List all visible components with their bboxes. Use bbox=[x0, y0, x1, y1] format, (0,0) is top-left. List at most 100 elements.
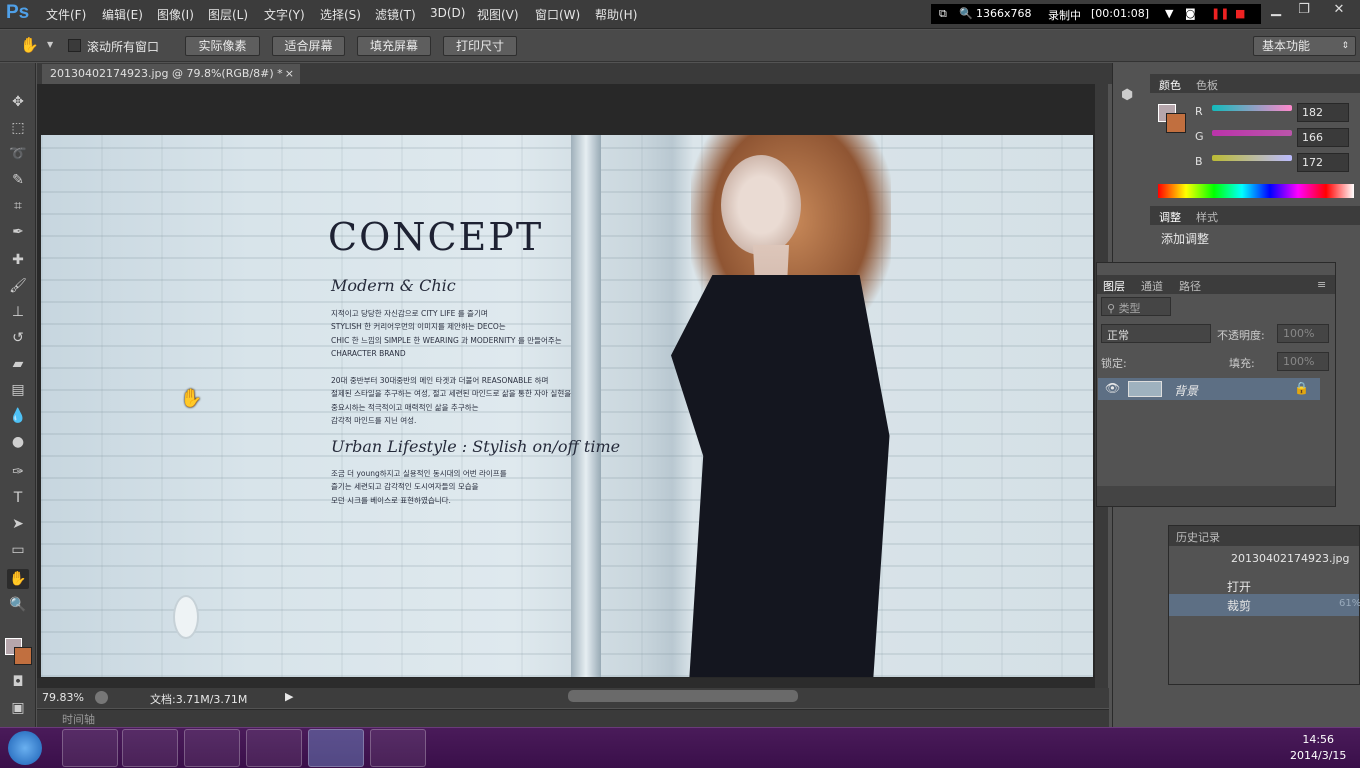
fill-field[interactable]: 100% bbox=[1277, 352, 1329, 371]
stop-icon[interactable]: ■ bbox=[1235, 7, 1245, 20]
actual-pixels-button[interactable]: 实际像素 bbox=[185, 36, 260, 56]
explorer-taskbar-button[interactable] bbox=[62, 729, 118, 767]
history-item-active[interactable]: 裁剪 bbox=[1169, 594, 1359, 616]
scroll-all-checkbox[interactable] bbox=[68, 39, 81, 52]
move-tool-icon[interactable]: ✥ bbox=[7, 92, 29, 112]
quick-mask-icon[interactable]: ◘ bbox=[7, 672, 29, 692]
path-select-tool-icon[interactable]: ➤ bbox=[7, 514, 29, 534]
b-value-field[interactable]: 172 bbox=[1297, 153, 1349, 172]
start-button[interactable] bbox=[8, 731, 42, 765]
menu-item[interactable]: 图像(I) bbox=[157, 6, 194, 23]
pen-tool-icon[interactable]: ✑ bbox=[7, 462, 29, 482]
status-arrow-icon[interactable]: ▶ bbox=[285, 690, 293, 703]
quick-select-tool-icon[interactable]: ✎ bbox=[7, 170, 29, 190]
horizontal-scrollbar-thumb[interactable] bbox=[568, 690, 798, 702]
hand-tool-icon[interactable]: ✋ bbox=[20, 36, 39, 54]
chevron-down-icon[interactable]: ▼ bbox=[47, 40, 53, 49]
marquee-tool-icon[interactable]: ⬚ bbox=[7, 118, 29, 138]
restore-button[interactable]: ❐ bbox=[1290, 2, 1318, 20]
calculator-taskbar-button[interactable] bbox=[122, 729, 178, 767]
history-panel: 历史记录 20130402174923.jpg 打开 裁剪 bbox=[1168, 525, 1360, 685]
color-spectrum-bar[interactable] bbox=[1158, 184, 1354, 198]
tab-adjustments[interactable]: 调整 bbox=[1159, 209, 1181, 225]
r-value-field[interactable]: 182 bbox=[1297, 103, 1349, 122]
layer-kind-filter[interactable]: ⚲ 类型 bbox=[1101, 297, 1171, 316]
fill-screen-button[interactable]: 填充屏幕 bbox=[357, 36, 431, 56]
lasso-tool-icon[interactable]: ➰ bbox=[7, 144, 29, 164]
app-taskbar-button[interactable] bbox=[370, 729, 426, 767]
fit-screen-button[interactable]: 适合屏幕 bbox=[272, 36, 345, 56]
menu-item[interactable]: 编辑(E) bbox=[102, 6, 143, 23]
shape-tool-icon[interactable]: ▭ bbox=[7, 540, 29, 560]
blend-mode-select[interactable]: 正常 bbox=[1101, 324, 1211, 343]
menu-item[interactable]: 图层(L) bbox=[208, 6, 248, 23]
tab-channels[interactable]: 通道 bbox=[1141, 278, 1163, 294]
zoom-tool-icon[interactable]: 🔍 bbox=[7, 595, 29, 615]
chevron-down-icon[interactable]: ▼ bbox=[1165, 7, 1173, 20]
artwork-subtitle: Urban Lifestyle : Stylish on/off time bbox=[331, 437, 621, 456]
gradient-tool-icon[interactable]: ▤ bbox=[7, 380, 29, 400]
g-slider[interactable] bbox=[1212, 130, 1292, 136]
brush-tool-icon[interactable]: 🖌 bbox=[7, 276, 29, 296]
eraser-tool-icon[interactable]: ▰ bbox=[7, 354, 29, 374]
menu-item[interactable]: 选择(S) bbox=[320, 6, 361, 23]
tab-layers[interactable]: 图层 bbox=[1103, 278, 1125, 294]
screen-mode-icon[interactable]: ▣ bbox=[7, 698, 29, 718]
close-tab-icon[interactable]: × bbox=[285, 67, 294, 80]
background-color-swatch[interactable] bbox=[14, 647, 32, 665]
blur-tool-icon[interactable]: 💧 bbox=[7, 406, 29, 426]
stamp-tool-icon[interactable]: ⊥ bbox=[7, 302, 29, 322]
r-slider[interactable] bbox=[1212, 105, 1292, 111]
panel-menu-icon[interactable]: ≡ bbox=[1317, 278, 1326, 291]
menu-item[interactable]: 视图(V) bbox=[477, 6, 519, 23]
b-slider[interactable] bbox=[1212, 155, 1292, 161]
minimize-button[interactable]: ▁ bbox=[1262, 2, 1290, 20]
timeline-label[interactable]: 时间轴 bbox=[62, 711, 95, 727]
color-panel-header: 颜色 色板 bbox=[1150, 74, 1360, 93]
eye-icon[interactable]: 👁 bbox=[1105, 381, 1120, 395]
healing-brush-icon[interactable]: ✚ bbox=[7, 250, 29, 270]
print-size-button[interactable]: 打印尺寸 bbox=[443, 36, 517, 56]
model-dress bbox=[671, 275, 890, 677]
panel-background-swatch[interactable] bbox=[1166, 113, 1186, 133]
g-value-field[interactable]: 166 bbox=[1297, 128, 1349, 147]
document-tab[interactable]: 20130402174923.jpg @ 79.8%(RGB/8#) * × bbox=[42, 64, 300, 84]
menu-item[interactable]: 3D(D) bbox=[430, 6, 465, 20]
status-menu-icon[interactable] bbox=[95, 691, 108, 704]
workspace-select[interactable]: 基本功能 ⇕ bbox=[1253, 36, 1356, 56]
menu-item[interactable]: 帮助(H) bbox=[595, 6, 637, 23]
artwork-paragraph: 20대 중반부터 30대중반의 메인 타겟과 더불어 REASONABLE 하며… bbox=[331, 376, 572, 425]
pause-icon[interactable]: ❚❚ bbox=[1211, 7, 1229, 20]
tab-styles[interactable]: 样式 bbox=[1196, 209, 1218, 225]
history-item[interactable]: 打开 bbox=[1169, 572, 1359, 594]
menu-item[interactable]: 窗口(W) bbox=[535, 6, 580, 23]
3d-panel-icon[interactable]: ⬢ bbox=[1121, 87, 1133, 103]
tab-swatches[interactable]: 色板 bbox=[1196, 77, 1218, 93]
window-icon[interactable]: ⧉ bbox=[939, 7, 947, 21]
eyedropper-tool-icon[interactable]: ✒ bbox=[7, 222, 29, 242]
search-icon[interactable]: 🔍 bbox=[959, 7, 973, 20]
close-button[interactable]: ✕ bbox=[1322, 2, 1356, 20]
layer-name: 背景 bbox=[1174, 384, 1199, 398]
layer-row[interactable]: 👁 背景 🔒 bbox=[1098, 378, 1320, 400]
menu-item[interactable]: 文件(F) bbox=[46, 6, 86, 23]
history-snapshot[interactable]: 20130402174923.jpg bbox=[1169, 546, 1359, 568]
history-brush-icon[interactable]: ↺ bbox=[7, 328, 29, 348]
hand-tool-active-icon[interactable]: ✋ bbox=[7, 569, 29, 589]
crop-tool-icon[interactable]: ⌗ bbox=[7, 196, 29, 216]
dodge-tool-icon[interactable]: ● bbox=[7, 432, 29, 452]
menu-item[interactable]: 滤镜(T) bbox=[375, 6, 416, 23]
zoom-level[interactable]: 79.83% bbox=[42, 691, 84, 704]
app-taskbar-button[interactable] bbox=[246, 729, 302, 767]
photoshop-taskbar-button[interactable] bbox=[308, 729, 364, 767]
tab-history[interactable]: 历史记录 bbox=[1176, 529, 1220, 545]
photoshop-logo: Ps bbox=[6, 2, 30, 23]
clock[interactable]: 14:56 2014/3/15 bbox=[1290, 732, 1346, 764]
app-taskbar-button[interactable] bbox=[184, 729, 240, 767]
opacity-field[interactable]: 100% bbox=[1277, 324, 1329, 343]
menu-item[interactable]: 文字(Y) bbox=[264, 6, 305, 23]
type-tool-icon[interactable]: T bbox=[7, 488, 29, 508]
tab-color[interactable]: 颜色 bbox=[1159, 77, 1181, 93]
camera-icon[interactable]: ◙ bbox=[1185, 7, 1196, 20]
tab-paths[interactable]: 路径 bbox=[1179, 278, 1201, 294]
